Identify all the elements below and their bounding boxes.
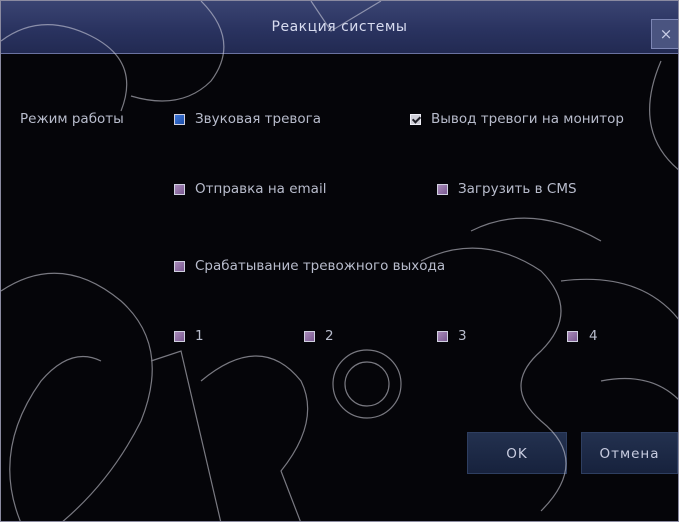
system-reaction-dialog: Реакция системы × Режим работы Звуковая …	[0, 0, 679, 522]
ok-button[interactable]: OK	[467, 432, 567, 474]
output-3-label: 3	[458, 328, 467, 344]
output-1-checkbox[interactable]	[174, 331, 185, 342]
output-1-label: 1	[195, 328, 204, 344]
alarm-output-checkbox[interactable]	[174, 261, 185, 272]
output-3-checkbox[interactable]	[437, 331, 448, 342]
dialog-title: Реакция системы	[271, 19, 408, 35]
send-email-checkbox[interactable]	[174, 184, 185, 195]
output-2-label: 2	[325, 328, 334, 344]
upload-cms-checkbox[interactable]	[437, 184, 448, 195]
title-bar: Реакция системы ×	[1, 1, 678, 54]
output-2-checkbox[interactable]	[304, 331, 315, 342]
close-icon[interactable]: ×	[651, 19, 678, 49]
send-email-label: Отправка на email	[195, 181, 327, 197]
sound-alarm-label: Звуковая тревога	[195, 111, 321, 127]
sound-alarm-checkbox[interactable]	[174, 114, 185, 125]
cancel-button[interactable]: Отмена	[581, 432, 678, 474]
output-4-checkbox[interactable]	[567, 331, 578, 342]
mode-label: Режим работы	[20, 111, 124, 127]
output-4-label: 4	[589, 328, 598, 344]
upload-cms-label: Загрузить в CMS	[458, 181, 577, 197]
alarm-to-monitor-label: Вывод тревоги на монитор	[431, 111, 625, 127]
alarm-to-monitor-checkbox[interactable]	[410, 114, 421, 125]
alarm-output-label: Срабатывание тревожного выхода	[195, 258, 446, 274]
